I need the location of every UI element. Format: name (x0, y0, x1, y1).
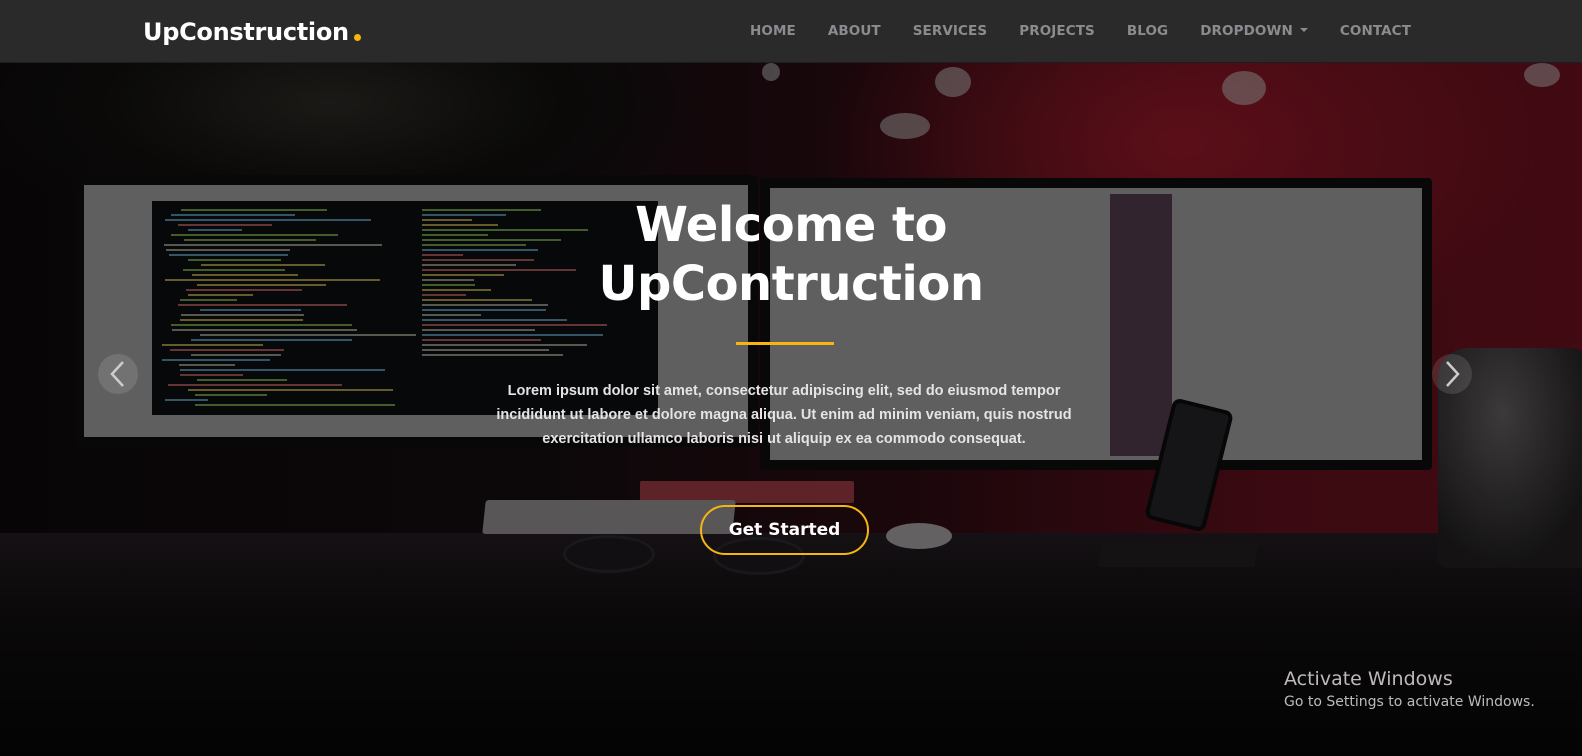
brand-dot-icon (353, 34, 361, 41)
carousel-next-button[interactable] (1432, 354, 1472, 394)
hero-description: Lorem ipsum dolor sit amet, consectetur … (496, 383, 1072, 447)
nav-item-projects[interactable]: PROJECTS (1019, 23, 1095, 39)
navbar: UpConstruction HOME ABOUT SERVICES PROJE… (0, 0, 1582, 63)
nav-item-dropdown-label: DROPDOWN (1200, 23, 1293, 39)
carousel-prev-button[interactable] (98, 354, 138, 394)
hero-title: Welcome to UpContruction (0, 196, 1582, 314)
nav-item-services[interactable]: SERVICES (913, 23, 987, 39)
chevron-left-icon (110, 361, 124, 387)
watermark-title: Activate Windows (1284, 668, 1453, 690)
nav-item-contact[interactable]: CONTACT (1340, 23, 1411, 39)
hero-title-line1: Welcome to (635, 197, 947, 253)
nav-item-home[interactable]: HOME (750, 23, 796, 39)
chevron-right-icon (1446, 361, 1460, 387)
nav-item-about[interactable]: ABOUT (828, 23, 881, 39)
hero-title-line2: UpContruction (598, 256, 985, 312)
get-started-button[interactable]: Get Started (700, 505, 869, 555)
brand-name: UpConstruction (143, 18, 349, 46)
activate-windows-watermark: Activate Windows Go to Settings to activ… (1284, 667, 1535, 713)
hero-carousel: Welcome to UpContruction Lorem ipsum dol… (0, 63, 1582, 756)
nav-item-dropdown[interactable]: DROPDOWN (1200, 23, 1308, 39)
main-nav: HOME ABOUT SERVICES PROJECTS BLOG DROPDO… (750, 23, 1411, 39)
caret-down-icon (1299, 28, 1308, 32)
hero-divider (736, 342, 834, 345)
nav-item-blog[interactable]: BLOG (1127, 23, 1168, 39)
watermark-subtitle: Go to Settings to activate Windows. (1284, 694, 1535, 710)
brand-logo[interactable]: UpConstruction (143, 18, 361, 46)
